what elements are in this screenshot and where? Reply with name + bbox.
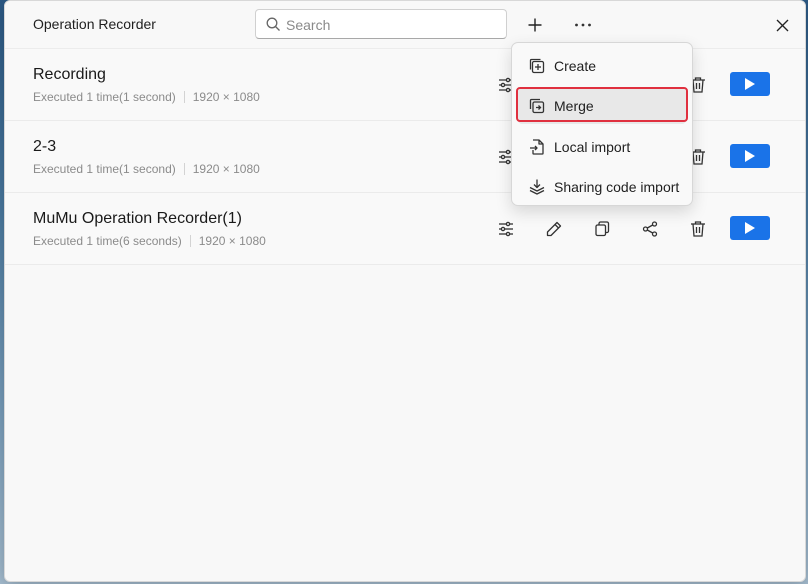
menu-item-label: Local import [554, 139, 631, 155]
play-icon [744, 78, 756, 90]
menu-item-sharing-code-import[interactable]: Sharing code import [518, 169, 686, 205]
play-icon [744, 222, 756, 234]
menu-item-create[interactable]: Create [518, 48, 686, 84]
play-button[interactable] [730, 144, 770, 168]
divider [189, 235, 191, 247]
recording-meta: Executed 1 time(6 seconds) 1920 × 1080 [33, 234, 266, 248]
menu-item-label: Sharing code import [554, 179, 680, 195]
share-icon [641, 220, 659, 238]
divider [183, 91, 185, 103]
search-input[interactable] [284, 12, 500, 38]
divider [183, 163, 185, 175]
more-horizontal-icon [574, 22, 592, 28]
copy-button[interactable] [590, 217, 614, 241]
recording-name: MuMu Operation Recorder(1) [33, 210, 242, 227]
play-icon [744, 150, 756, 162]
search-icon [266, 17, 281, 32]
search-box[interactable] [255, 9, 507, 39]
menu-item-local-import[interactable]: Local import [518, 129, 686, 165]
play-button[interactable] [730, 216, 770, 240]
settings-button[interactable] [494, 217, 518, 241]
recording-name: Recording [33, 66, 106, 83]
create-icon [528, 57, 546, 75]
recording-executed: Executed 1 time(6 seconds) [33, 234, 182, 248]
share-button[interactable] [638, 217, 662, 241]
more-button[interactable] [567, 9, 599, 41]
add-button[interactable] [519, 9, 551, 41]
menu-item-label: Create [554, 58, 597, 74]
recording-meta: Executed 1 time(1 second) 1920 × 1080 [33, 90, 260, 104]
close-button[interactable] [766, 9, 798, 41]
recording-name: 2-3 [33, 138, 57, 155]
recording-resolution: 1920 × 1080 [192, 162, 260, 176]
menu-item-merge[interactable]: Merge [518, 88, 686, 124]
download-layers-icon [528, 178, 546, 196]
recording-executed: Executed 1 time(1 second) [33, 162, 176, 176]
delete-button[interactable] [686, 217, 710, 241]
play-button[interactable] [730, 72, 770, 96]
edit-button[interactable] [542, 217, 566, 241]
delete-trash-icon [689, 220, 707, 238]
recording-meta: Executed 1 time(1 second) 1920 × 1080 [33, 162, 260, 176]
window-title: Operation Recorder [33, 16, 156, 32]
edit-pencil-icon [545, 220, 563, 238]
recording-executed: Executed 1 time(1 second) [33, 90, 176, 104]
file-import-icon [528, 138, 546, 156]
menu-item-label: Merge [554, 98, 594, 114]
recording-resolution: 1920 × 1080 [198, 234, 266, 248]
add-dropdown-menu: Create Merge Local import Sharing code i… [511, 42, 693, 206]
close-icon [776, 19, 789, 32]
merge-icon [528, 97, 546, 115]
plus-icon [527, 17, 543, 33]
settings-sliders-icon [497, 220, 515, 238]
copy-icon [593, 220, 611, 238]
recording-resolution: 1920 × 1080 [192, 90, 260, 104]
